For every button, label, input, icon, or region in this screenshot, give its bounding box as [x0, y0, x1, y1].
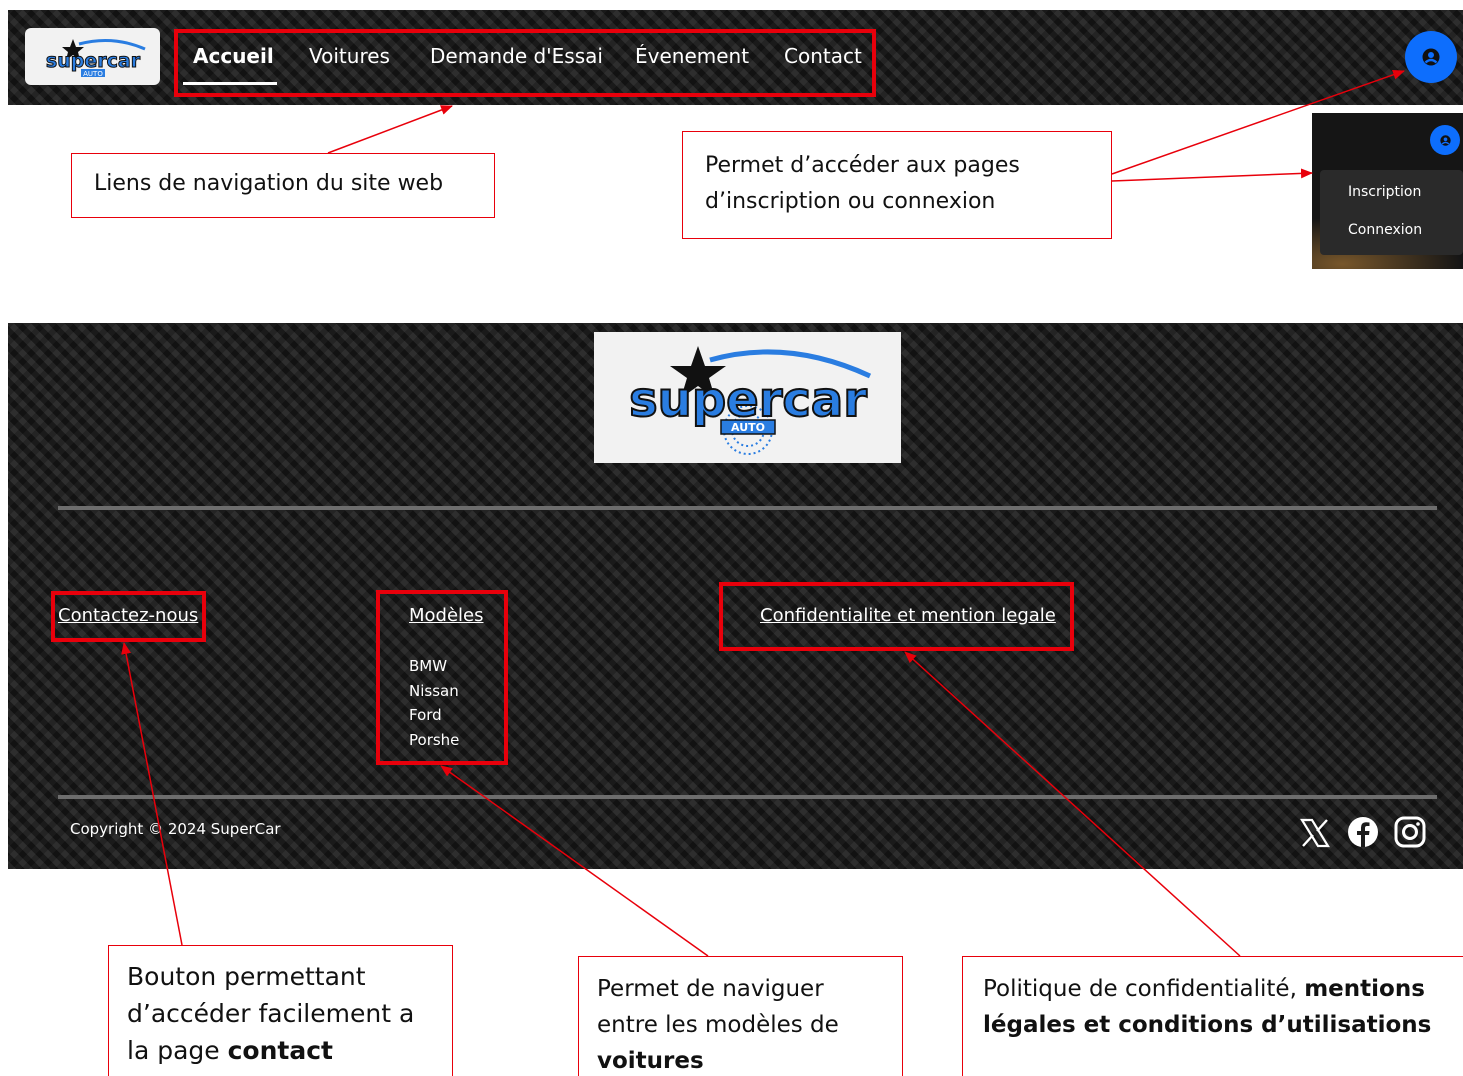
callout-legal-text: Politique de confidentialité,	[983, 976, 1305, 1002]
callout-contact: Bouton permettant d’accéder facilement a…	[108, 945, 453, 1076]
account-button-mini[interactable]	[1430, 125, 1460, 155]
nav-highlight-box	[174, 29, 876, 97]
callout-models-bold: voitures	[597, 1048, 704, 1074]
navbar-logo[interactable]: supercar AUTO	[25, 28, 160, 85]
callout-legal: Politique de confidentialité, mentions l…	[962, 956, 1463, 1076]
callout-models: Permet de naviguer entre les modèles de …	[578, 956, 903, 1076]
logo-wordmark: supercar	[45, 50, 140, 72]
instagram-icon	[1394, 816, 1426, 848]
callout-navigation-text: Liens de navigation du site web	[94, 171, 444, 196]
contact-highlight-box	[51, 591, 206, 642]
legal-highlight-box	[719, 582, 1074, 651]
supercar-logo-icon: supercar AUTO	[45, 38, 146, 78]
logo-sub: AUTO	[83, 70, 103, 78]
facebook-icon	[1348, 817, 1378, 847]
callout-models-text: Permet de naviguer entre les modèles de	[597, 976, 839, 1038]
footer-copyright: Copyright © 2024 SuperCar	[70, 820, 281, 838]
user-icon	[1422, 48, 1440, 66]
social-facebook-link[interactable]	[1346, 815, 1380, 849]
arrow-nav	[327, 105, 453, 154]
models-highlight-box	[376, 590, 508, 765]
supercar-logo-icon: supercar AUTO	[628, 345, 871, 455]
dropdown-item-connexion[interactable]: Connexion	[1348, 222, 1422, 238]
account-button[interactable]	[1405, 31, 1457, 83]
footer-logo[interactable]: supercar AUTO	[594, 332, 901, 463]
arrow-account-dropdown	[1111, 168, 1313, 182]
callout-navigation: Liens de navigation du site web	[71, 153, 495, 218]
social-instagram-link[interactable]	[1393, 815, 1427, 849]
dropdown-item-inscription[interactable]: Inscription	[1348, 184, 1421, 200]
callout-account-text: Permet d’accéder aux pages d’inscription…	[705, 153, 1020, 214]
user-icon	[1439, 134, 1451, 146]
footer-logo-sub: AUTO	[731, 421, 765, 434]
account-dropdown-preview: Inscription Connexion	[1312, 113, 1463, 269]
social-x-link[interactable]	[1298, 816, 1332, 850]
x-icon	[1300, 818, 1330, 848]
footer-divider-bottom	[58, 795, 1437, 799]
callout-contact-bold: contact	[227, 1036, 333, 1065]
dropdown-menu: Inscription Connexion	[1320, 170, 1463, 255]
footer-divider-top	[58, 506, 1437, 510]
callout-account: Permet d’accéder aux pages d’inscription…	[682, 131, 1112, 239]
